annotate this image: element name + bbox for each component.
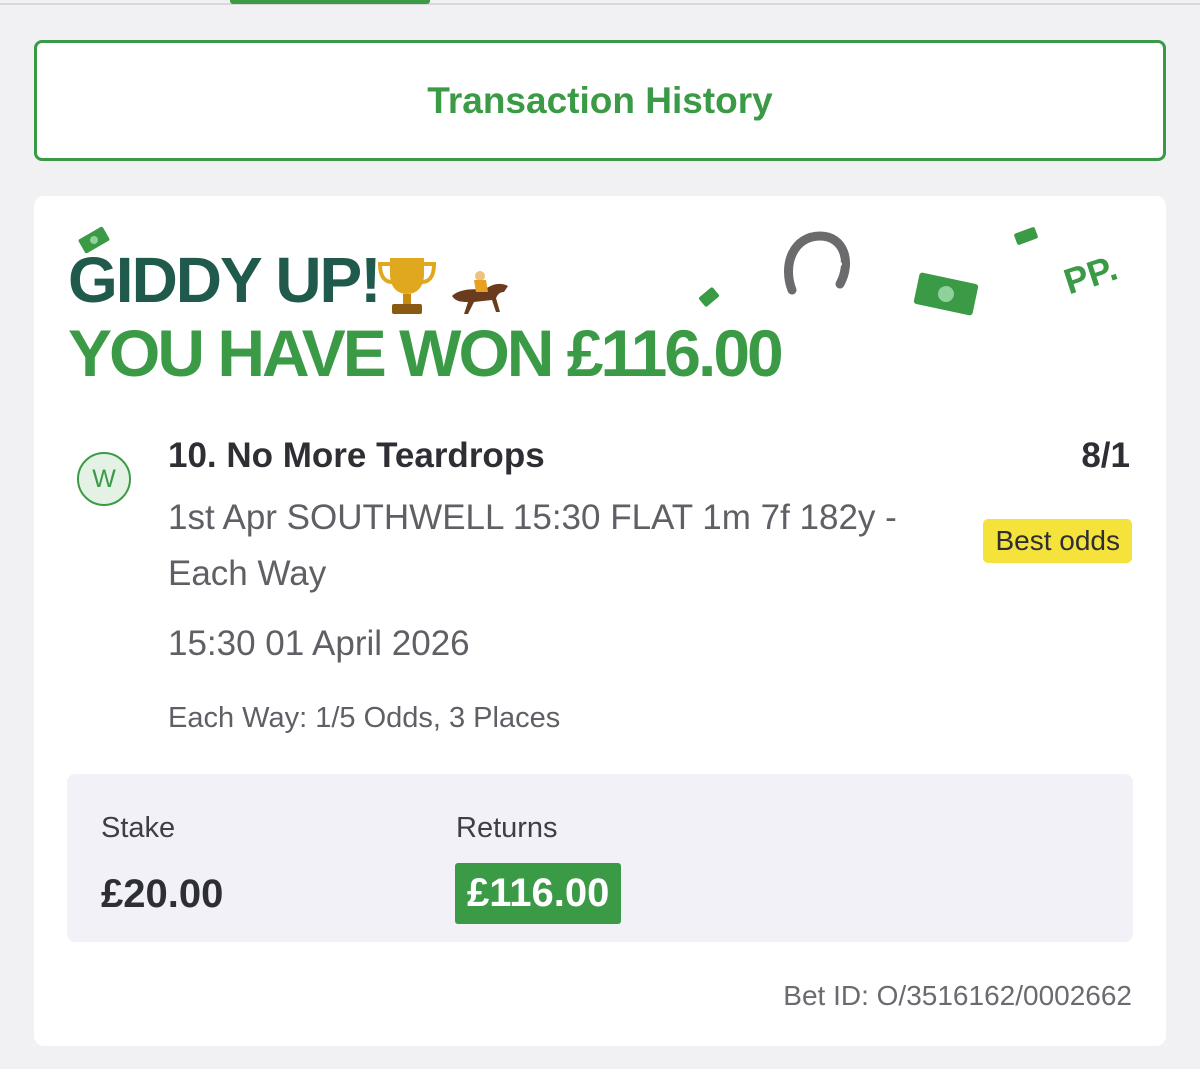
active-tab-indicator [230, 0, 430, 4]
event-details: 1st Apr SOUTHWELL 15:30 FLAT 1m 7f 182y … [168, 498, 897, 593]
stake-label: Stake [101, 812, 176, 844]
win-title: GIDDY UP! [68, 244, 382, 316]
money-note-icon [699, 287, 719, 307]
money-note-icon [913, 272, 979, 316]
selection-name: 10. No More Teardrops [168, 436, 545, 475]
horse-racing-icon [452, 271, 508, 314]
brand-mark: PP. [1058, 246, 1123, 303]
transaction-history-button[interactable]: Transaction History [34, 40, 1166, 161]
bet-receipt-card: PP. GIDDY UP! YOU HAVE WON £116.00 W 10.… [34, 196, 1166, 1046]
bet-id: Bet ID: O/3516162/0002662 [783, 980, 1132, 1011]
best-odds-badge: Best odds [983, 519, 1132, 563]
stake-value: £20.00 [101, 872, 224, 916]
returns-value: £116.00 [455, 863, 622, 924]
trophy-icon [377, 258, 437, 314]
event-datetime: 15:30 01 April 2026 [168, 624, 470, 663]
result-win-badge: W [77, 452, 131, 506]
horseshoe-icon [784, 231, 850, 295]
top-divider [0, 3, 1200, 5]
selection-odds: 8/1 [1081, 436, 1130, 475]
bet-summary: Stake £20.00 Returns £116.00 [67, 774, 1133, 942]
each-way-terms: Each Way: 1/5 Odds, 3 Places [168, 702, 561, 734]
win-amount-headline: YOU HAVE WON £116.00 [68, 316, 784, 390]
transaction-history-label: Transaction History [427, 79, 773, 121]
money-note-icon [1014, 227, 1038, 245]
returns-label: Returns [456, 812, 558, 844]
